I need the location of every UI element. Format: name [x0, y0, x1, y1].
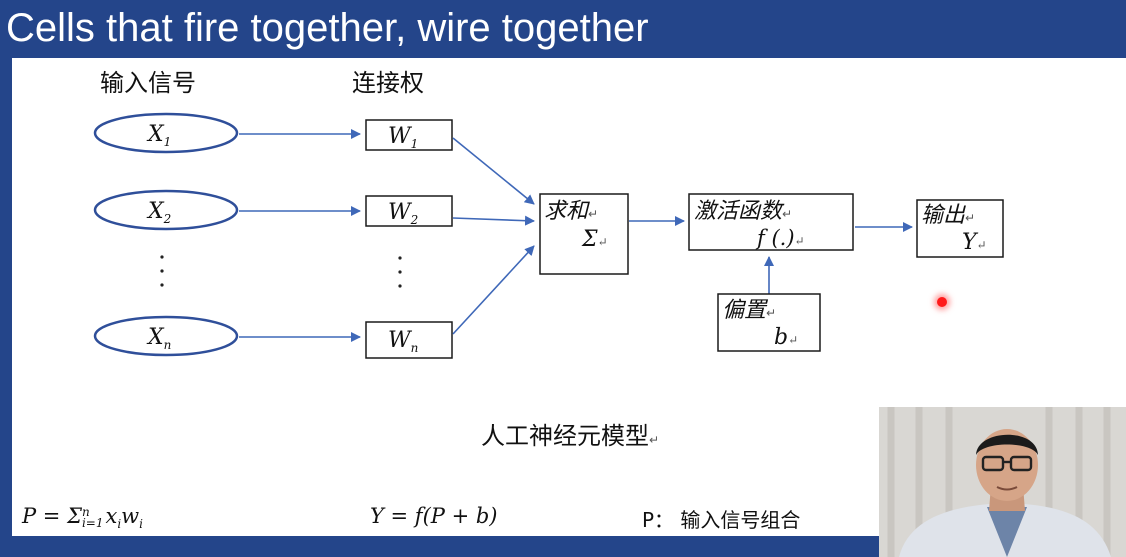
diagram-caption: 人工神经元模型↵	[481, 422, 659, 450]
p-description: P： 输入信号组合	[642, 508, 801, 532]
slide-title: Cells that fire together, wire together	[6, 6, 649, 50]
activation-label: 激活函数↵	[694, 199, 792, 224]
arrow-wn-sum	[452, 245, 535, 335]
inputs-header: 输入信号	[100, 69, 196, 97]
p-formula: P = Σn i=1 xiwi	[22, 504, 143, 532]
y-formula: Y = f(P + b)	[370, 504, 498, 528]
presenter-video	[879, 407, 1126, 557]
laser-pointer	[937, 297, 947, 307]
weight-ellipsis	[398, 256, 402, 288]
arrow-w1-sum	[452, 137, 535, 205]
input-label-n: Xn	[146, 325, 171, 352]
input-label-2: X2	[146, 199, 171, 226]
input-label-1: X1	[146, 122, 171, 149]
input-ellipsis	[160, 255, 164, 287]
presenter-figure	[879, 407, 1126, 557]
arrow-w2-sum	[452, 215, 535, 226]
weights-header: 连接权	[352, 69, 424, 97]
